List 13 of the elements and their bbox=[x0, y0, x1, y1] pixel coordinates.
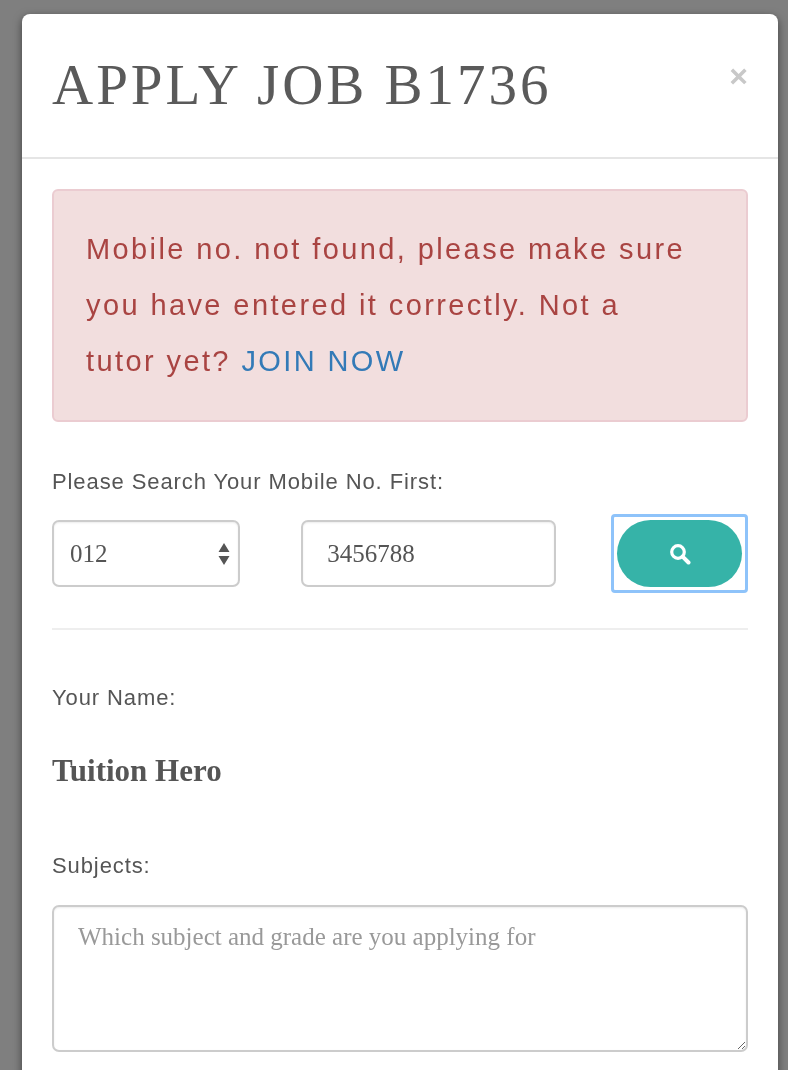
search-icon bbox=[668, 542, 691, 565]
join-now-link[interactable]: JOIN NOW bbox=[241, 345, 406, 377]
dialog-title: APPLY JOB B1736 bbox=[52, 52, 552, 118]
mobile-number-input[interactable]: 3456788 bbox=[301, 520, 557, 587]
search-button[interactable] bbox=[611, 514, 748, 593]
area-code-select[interactable]: 012 bbox=[52, 520, 241, 587]
subjects-label: Subjects: bbox=[52, 852, 152, 880]
subjects-textarea[interactable]: Which subject and grade are you applying for bbox=[52, 905, 748, 1052]
name-value: Tuition Hero bbox=[52, 753, 223, 789]
error-alert: Mobile no. not found, please make sure you have entered it correctly. Not a tutor yet? JOIN NOW bbox=[52, 189, 748, 422]
up-down-arrows-icon bbox=[218, 541, 231, 566]
search-mobile-label: Please Search Your Mobile No. First: bbox=[52, 468, 445, 496]
name-label: Your Name: bbox=[52, 684, 178, 712]
